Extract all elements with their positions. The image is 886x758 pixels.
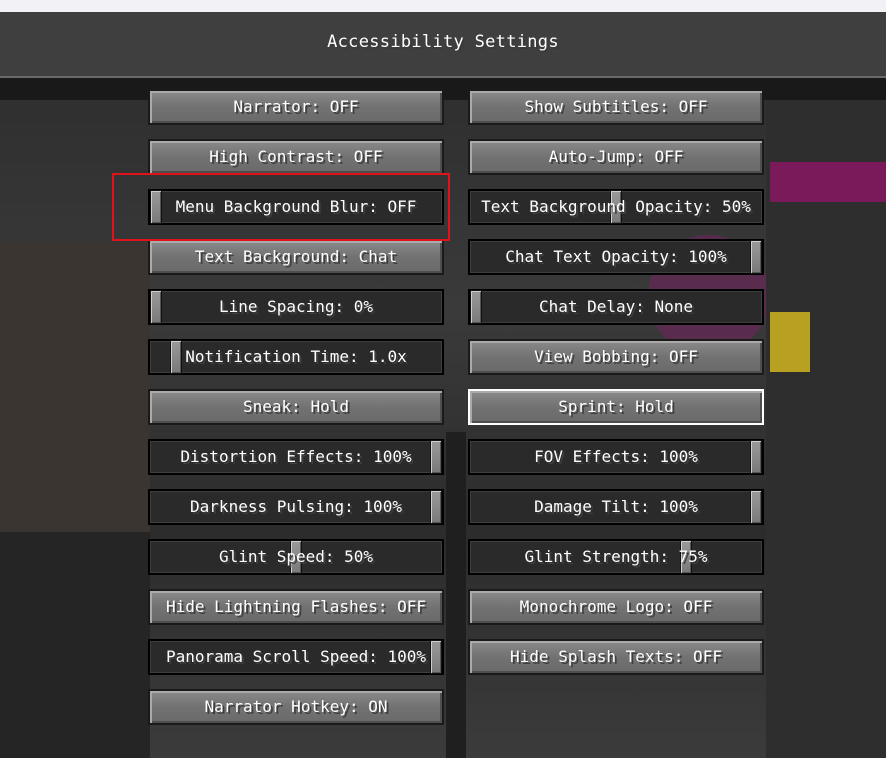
sprint-button[interactable]: Sprint: Hold xyxy=(468,389,764,425)
monochrome-logo-button[interactable]: Monochrome Logo: OFF xyxy=(468,589,764,625)
hide-splash-texts-button[interactable]: Hide Splash Texts: OFF xyxy=(468,639,764,675)
slider-knob[interactable] xyxy=(150,190,162,224)
gold-block xyxy=(770,312,810,372)
sneak-button[interactable]: Sneak: Hold xyxy=(148,389,444,425)
top-strip xyxy=(0,0,886,12)
slider-knob[interactable] xyxy=(150,290,162,324)
slider-knob[interactable] xyxy=(750,440,762,474)
high-contrast-button[interactable]: High Contrast: OFF xyxy=(148,139,444,175)
fov-effects-slider[interactable]: FOV Effects: 100% xyxy=(468,439,764,475)
slider-knob[interactable] xyxy=(430,490,442,524)
slider-label: FOV Effects: 100% xyxy=(534,447,698,466)
damage-tilt-slider[interactable]: Damage Tilt: 100% xyxy=(468,489,764,525)
slider-knob[interactable] xyxy=(170,340,182,374)
notification-time-slider[interactable]: Notification Time: 1.0x xyxy=(148,339,444,375)
amethyst-right xyxy=(770,162,886,202)
slider-knob[interactable] xyxy=(430,440,442,474)
slider-label: Distortion Effects: 100% xyxy=(180,447,412,466)
slider-knob[interactable] xyxy=(750,490,762,524)
slider-label: Glint Strength: 75% xyxy=(524,547,708,566)
slider-label: Damage Tilt: 100% xyxy=(534,497,698,516)
slider-label: Darkness Pulsing: 100% xyxy=(190,497,402,516)
page-title: Accessibility Settings xyxy=(327,32,559,52)
slider-knob[interactable] xyxy=(470,290,482,324)
slider-label: Chat Delay: None xyxy=(538,297,694,316)
slider-knob[interactable] xyxy=(750,240,762,274)
text-background-button[interactable]: Text Background: Chat xyxy=(148,239,444,275)
slider-label: Chat Text Opacity: 100% xyxy=(505,247,727,266)
panorama-scroll-speed-slider[interactable]: Panorama Scroll Speed: 100% xyxy=(148,639,444,675)
hide-lightning-flashes-button[interactable]: Hide Lightning Flashes: OFF xyxy=(148,589,444,625)
slider-label: Text Background Opacity: 50% xyxy=(481,197,751,216)
slider-label: Menu Background Blur: OFF xyxy=(175,197,417,216)
slider-label: Panorama Scroll Speed: 100% xyxy=(165,647,427,666)
menu-background-blur-slider[interactable]: Menu Background Blur: OFF xyxy=(148,189,444,225)
darkness-pulsing-slider[interactable]: Darkness Pulsing: 100% xyxy=(148,489,444,525)
line-spacing-slider[interactable]: Line Spacing: 0% xyxy=(148,289,444,325)
narrator-hotkey-button[interactable]: Narrator Hotkey: ON xyxy=(148,689,444,725)
narrator-button[interactable]: Narrator: OFF xyxy=(148,89,444,125)
slider-label: Line Spacing: 0% xyxy=(218,297,374,316)
chat-delay-slider[interactable]: Chat Delay: None xyxy=(468,289,764,325)
slider-label: Glint Speed: 50% xyxy=(218,547,374,566)
center-shaft xyxy=(446,432,466,758)
text-background-opacity-slider[interactable]: Text Background Opacity: 50% xyxy=(468,189,764,225)
glint-strength-slider[interactable]: Glint Strength: 75% xyxy=(468,539,764,575)
view-bobbing-button[interactable]: View Bobbing: OFF xyxy=(468,339,764,375)
auto-jump-button[interactable]: Auto-Jump: OFF xyxy=(468,139,764,175)
chat-text-opacity-slider[interactable]: Chat Text Opacity: 100% xyxy=(468,239,764,275)
slider-label: Notification Time: 1.0x xyxy=(185,347,407,366)
glint-speed-slider[interactable]: Glint Speed: 50% xyxy=(148,539,444,575)
distortion-effects-slider[interactable]: Distortion Effects: 100% xyxy=(148,439,444,475)
show-subtitles-button[interactable]: Show Subtitles: OFF xyxy=(468,89,764,125)
slider-knob[interactable] xyxy=(430,640,442,674)
deepslate-terrain-left xyxy=(0,532,150,758)
